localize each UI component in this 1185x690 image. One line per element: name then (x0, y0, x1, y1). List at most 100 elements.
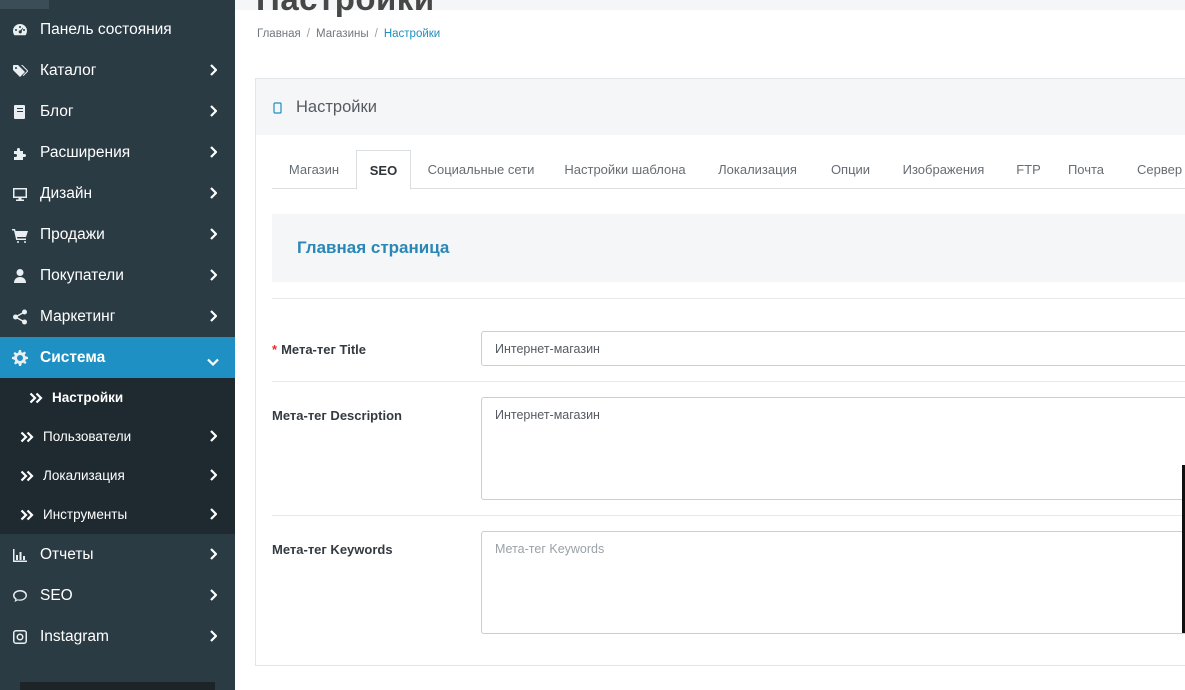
meta-title-label-text: Мета-тег Title (281, 342, 366, 357)
sidebar: Панель состояния Каталог Блог Расширения… (0, 0, 235, 690)
sidebar-item-label: Каталог (40, 61, 97, 79)
panel-title: Настройки (296, 97, 377, 116)
desktop-icon (12, 186, 28, 202)
submenu-item-settings[interactable]: Настройки (0, 378, 235, 417)
breadcrumb: Главная / Магазины / Настройки (257, 28, 440, 40)
tags-icon (12, 63, 28, 79)
tab-images[interactable]: Изображения (885, 150, 1002, 189)
sidebar-item-label: SEO (40, 586, 73, 604)
tab-options[interactable]: Опции (816, 150, 885, 189)
section-title: Главная страница (297, 238, 450, 257)
book-icon (12, 104, 28, 120)
meta-title-label: * Мета-тег Title (272, 342, 366, 357)
sidebar-item-label: Instagram (40, 627, 109, 645)
chevron-right-icon (209, 430, 218, 442)
divider (272, 515, 1185, 516)
sidebar-item-customers[interactable]: Покупатели (0, 255, 235, 296)
breadcrumb-separator: / (306, 28, 310, 40)
meta-keywords-textarea[interactable]: Мета-тег Keywords (481, 531, 1185, 634)
submenu-item-label: Настройки (52, 390, 124, 405)
sidebar-item-instagram[interactable]: Instagram (0, 616, 235, 657)
submenu-item-localisation[interactable]: Локализация (0, 456, 235, 495)
sidebar-bottom-bar (20, 682, 215, 690)
sidebar-item-label: Блог (40, 102, 74, 120)
divider (272, 381, 1185, 382)
submenu-item-users[interactable]: Пользователи (0, 417, 235, 456)
breadcrumb-stores[interactable]: Магазины (316, 28, 369, 40)
breadcrumb-separator: / (374, 28, 378, 40)
sidebar-item-label: Панель состояния (40, 20, 172, 38)
tab-store[interactable]: Магазин (272, 150, 356, 189)
sidebar-item-catalog[interactable]: Каталог (0, 50, 235, 91)
tab-localisation[interactable]: Локализация (699, 150, 816, 189)
sidebar-item-reports[interactable]: Отчеты (0, 534, 235, 575)
meta-keywords-placeholder: Мета-тег Keywords (495, 542, 605, 556)
chevron-right-icon (209, 227, 218, 240)
meta-description-label: Мета-тег Description (272, 408, 402, 423)
sidebar-item-label: Отчеты (40, 545, 94, 563)
bar-chart-icon (12, 547, 28, 563)
sidebar-item-label: Дизайн (40, 184, 93, 202)
double-chevron-right-icon (20, 509, 34, 521)
sidebar-item-dashboard[interactable]: Панель состояния (0, 9, 235, 50)
divider (272, 298, 1185, 299)
submenu-item-label: Локализация (43, 468, 125, 483)
sidebar-item-label: Система (40, 348, 106, 366)
chevron-right-icon (209, 469, 218, 481)
sidebar-item-label: Продажи (40, 225, 105, 243)
puzzle-icon (12, 145, 28, 161)
chevron-right-icon (209, 186, 218, 199)
section-heading: Главная страница (272, 214, 1185, 282)
sidebar-item-seo[interactable]: SEO (0, 575, 235, 616)
settings-tabs: Магазин SEO Социальные сети Настройки ша… (272, 150, 1185, 190)
user-icon (12, 268, 28, 284)
double-chevron-right-icon (29, 392, 43, 404)
sidebar-item-label: Расширения (40, 143, 131, 161)
sidebar-item-system[interactable]: Система (0, 337, 235, 378)
main-content: Настройки Главная / Магазины / Настройки… (235, 0, 1185, 690)
sidebar-item-extensions[interactable]: Расширения (0, 132, 235, 173)
chevron-right-icon (209, 104, 218, 117)
tab-seo[interactable]: SEO (356, 150, 411, 190)
meta-description-textarea[interactable]: Интернет-магазин (481, 397, 1185, 500)
double-chevron-right-icon (20, 470, 34, 482)
required-mark: * (272, 342, 278, 357)
page-title: Настройки (256, 0, 435, 18)
chevron-right-icon (209, 63, 218, 76)
sidebar-item-label: Покупатели (40, 266, 124, 284)
settings-panel: Настройки Магазин SEO Социальные сети На… (255, 78, 1185, 666)
double-chevron-right-icon (20, 431, 34, 443)
sidebar-item-design[interactable]: Дизайн (0, 173, 235, 214)
gear-icon (12, 349, 28, 366)
meta-keywords-label: Мета-тег Keywords (272, 542, 393, 557)
chevron-right-icon (209, 508, 218, 520)
sidebar-item-sales[interactable]: Продажи (0, 214, 235, 255)
submenu-item-label: Пользователи (43, 429, 132, 444)
tab-server[interactable]: Сервер (1117, 150, 1185, 189)
share-icon (12, 309, 28, 325)
submenu-item-label: Инструменты (43, 507, 128, 522)
chevron-right-icon (209, 629, 218, 642)
dashboard-icon (12, 22, 28, 38)
sidebar-item-marketing[interactable]: Маркетинг (0, 296, 235, 337)
sidebar-item-blog[interactable]: Блог (0, 91, 235, 132)
sidebar-top-stub (0, 0, 49, 9)
sidebar-item-label: Маркетинг (40, 307, 116, 325)
tab-ftp[interactable]: FTP (1002, 150, 1055, 189)
meta-title-input[interactable]: Интернет-магазин (481, 331, 1185, 366)
submenu-item-tools[interactable]: Инструменты (0, 495, 235, 534)
cart-icon (12, 227, 28, 243)
chevron-down-icon (207, 353, 219, 367)
tab-social[interactable]: Социальные сети (411, 150, 551, 189)
pencil-icon (273, 101, 282, 114)
tab-mail[interactable]: Почта (1055, 150, 1117, 189)
chevron-right-icon (209, 547, 218, 560)
breadcrumb-home[interactable]: Главная (257, 28, 301, 40)
tab-template-settings[interactable]: Настройки шаблона (551, 150, 699, 189)
panel-heading: Настройки (256, 79, 1185, 135)
chevron-right-icon (209, 268, 218, 281)
comment-icon (12, 588, 28, 604)
meta-description-value: Интернет-магазин (495, 408, 600, 422)
breadcrumb-current[interactable]: Настройки (384, 28, 440, 40)
instagram-icon (12, 629, 28, 645)
